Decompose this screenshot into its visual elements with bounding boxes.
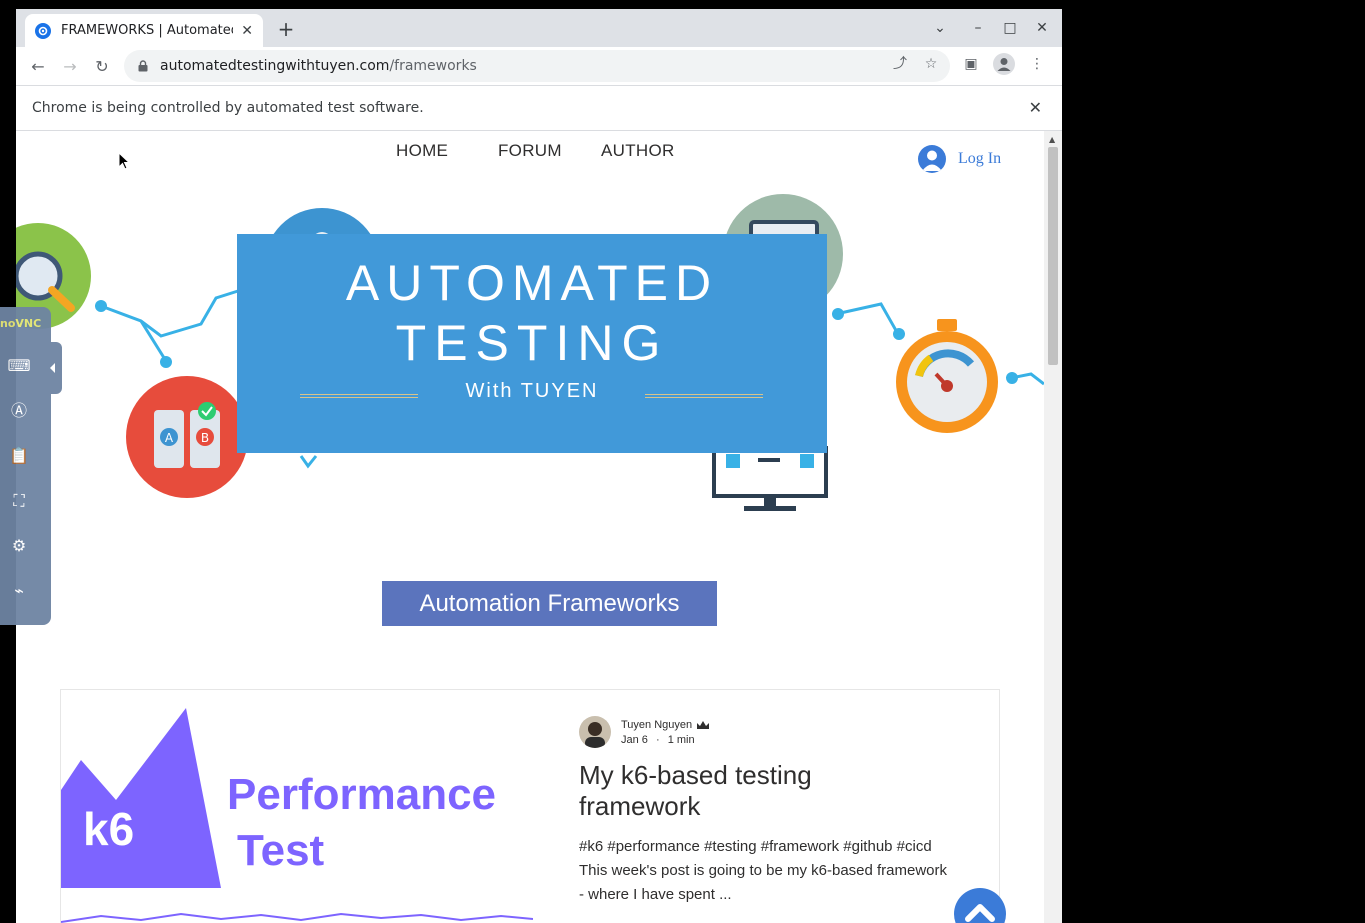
share-icon[interactable]: ⤴ (891, 55, 909, 73)
meta-separator: · (655, 733, 660, 746)
page-scrollbar[interactable]: ▲ (1044, 131, 1062, 923)
back-icon[interactable]: ← (27, 56, 49, 78)
scrollbar-thumb[interactable] (1048, 147, 1058, 365)
novnc-logo: noVNC (0, 317, 42, 330)
admin-crown-icon (697, 720, 710, 729)
post-title[interactable]: My k6-based testing framework (579, 760, 919, 822)
hero-banner: AUTOMATED TESTING With TUYEN (237, 234, 827, 453)
author-name[interactable]: Tuyen Nguyen (621, 719, 692, 731)
nav-author-link[interactable]: AUTHOR (601, 141, 675, 161)
tab-close-icon[interactable]: ✕ (241, 23, 253, 39)
automation-infobar: Chrome is being controlled by automated … (16, 85, 1062, 131)
site-favicon-icon (35, 22, 51, 39)
site-navigation: HOME FORUM AUTHOR Log In (16, 141, 1044, 173)
tab-title: FRAMEWORKS | Automated Testing (61, 23, 233, 38)
browser-window: FRAMEWORKS | Automated Testing ✕ + ⌄ – □… (16, 9, 1062, 923)
svg-text:B: B (201, 431, 209, 445)
browser-tab[interactable]: FRAMEWORKS | Automated Testing ✕ (25, 14, 263, 47)
section-title: Automation Frameworks (382, 581, 717, 626)
url-path: /frameworks (389, 58, 477, 74)
disconnect-icon[interactable]: ⌁ (6, 578, 32, 604)
tab-search-icon[interactable]: ⌄ (930, 18, 950, 38)
mouse-pointer-icon (118, 152, 130, 170)
svg-text:A: A (165, 431, 174, 445)
infobar-close-icon[interactable]: ✕ (1029, 98, 1042, 117)
window-close-icon[interactable]: ✕ (1032, 18, 1052, 38)
novnc-control-panel: noVNC ⌨ Ⓐ 📋 ⛶ ⚙ ⌁ (0, 307, 62, 625)
nav-forum-link[interactable]: FORUM (498, 141, 562, 161)
nav-home-link[interactable]: HOME (396, 141, 448, 161)
blog-post-card[interactable]: k6 Performance Test Tuyen Nguyen Jan 6 · (60, 689, 1000, 923)
maximize-icon[interactable]: □ (1000, 18, 1020, 38)
author-avatar[interactable] (579, 716, 611, 748)
k6-logo-text: k6 (83, 803, 135, 855)
extra-keys-icon[interactable]: Ⓐ (6, 398, 32, 424)
scroll-up-arrow-icon[interactable]: ▲ (1049, 135, 1055, 144)
fullscreen-icon[interactable]: ⛶ (6, 488, 32, 514)
read-time: 1 min (667, 733, 695, 746)
panel-collapse-handle[interactable] (44, 342, 62, 394)
bookmark-star-icon[interactable]: ☆ (922, 55, 940, 73)
clipboard-icon[interactable]: 📋 (6, 443, 32, 469)
menu-kebab-icon[interactable]: ⋮ (1028, 55, 1046, 73)
hero-subtitle: With TUYEN (465, 380, 599, 402)
scroll-to-top-button[interactable] (954, 888, 1006, 923)
post-excerpt: #k6 #performance #testing #framework #gi… (579, 838, 948, 903)
lock-icon (138, 60, 148, 72)
reload-icon[interactable]: ↻ (91, 56, 113, 78)
user-avatar-icon (918, 145, 946, 173)
login-label: Log In (958, 150, 1002, 167)
forward-icon[interactable]: → (59, 56, 81, 78)
infobar-message: Chrome is being controlled by automated … (32, 100, 424, 116)
browser-toolbar: ← → ↻ automatedtestingwithtuyen.com/fram… (16, 47, 1062, 85)
post-thumbnail[interactable]: k6 Performance Test (61, 690, 533, 923)
login-button[interactable]: Log In (918, 145, 1001, 173)
profile-icon[interactable] (993, 53, 1015, 75)
thumb-line2: Test (237, 826, 325, 875)
thumb-line1: Performance (227, 770, 497, 819)
keyboard-icon[interactable]: ⌨ (6, 353, 32, 379)
new-tab-button[interactable]: + (276, 19, 296, 39)
post-date: Jan 6 (621, 733, 648, 746)
page-content: HOME FORUM AUTHOR Log In A B AUTOMATED T… (16, 131, 1044, 923)
url-host: automatedtestingwithtuyen.com (160, 58, 390, 74)
side-panel-icon[interactable]: ▣ (962, 55, 980, 73)
post-meta: Tuyen Nguyen Jan 6 · 1 min (579, 716, 710, 748)
address-bar[interactable]: automatedtestingwithtuyen.com/frameworks (124, 50, 950, 82)
hero-rule-right (645, 394, 763, 398)
hero-title-line2: TESTING (395, 315, 669, 371)
tab-strip: FRAMEWORKS | Automated Testing ✕ + ⌄ – □… (16, 9, 1062, 47)
hero-illustration: A B AUTOMATED TESTING With TUYEN (16, 186, 1044, 526)
chevron-up-icon (965, 904, 995, 922)
hero-title-line1: AUTOMATED (345, 255, 719, 311)
settings-gear-icon[interactable]: ⚙ (6, 533, 32, 559)
minimize-icon[interactable]: – (968, 18, 988, 38)
